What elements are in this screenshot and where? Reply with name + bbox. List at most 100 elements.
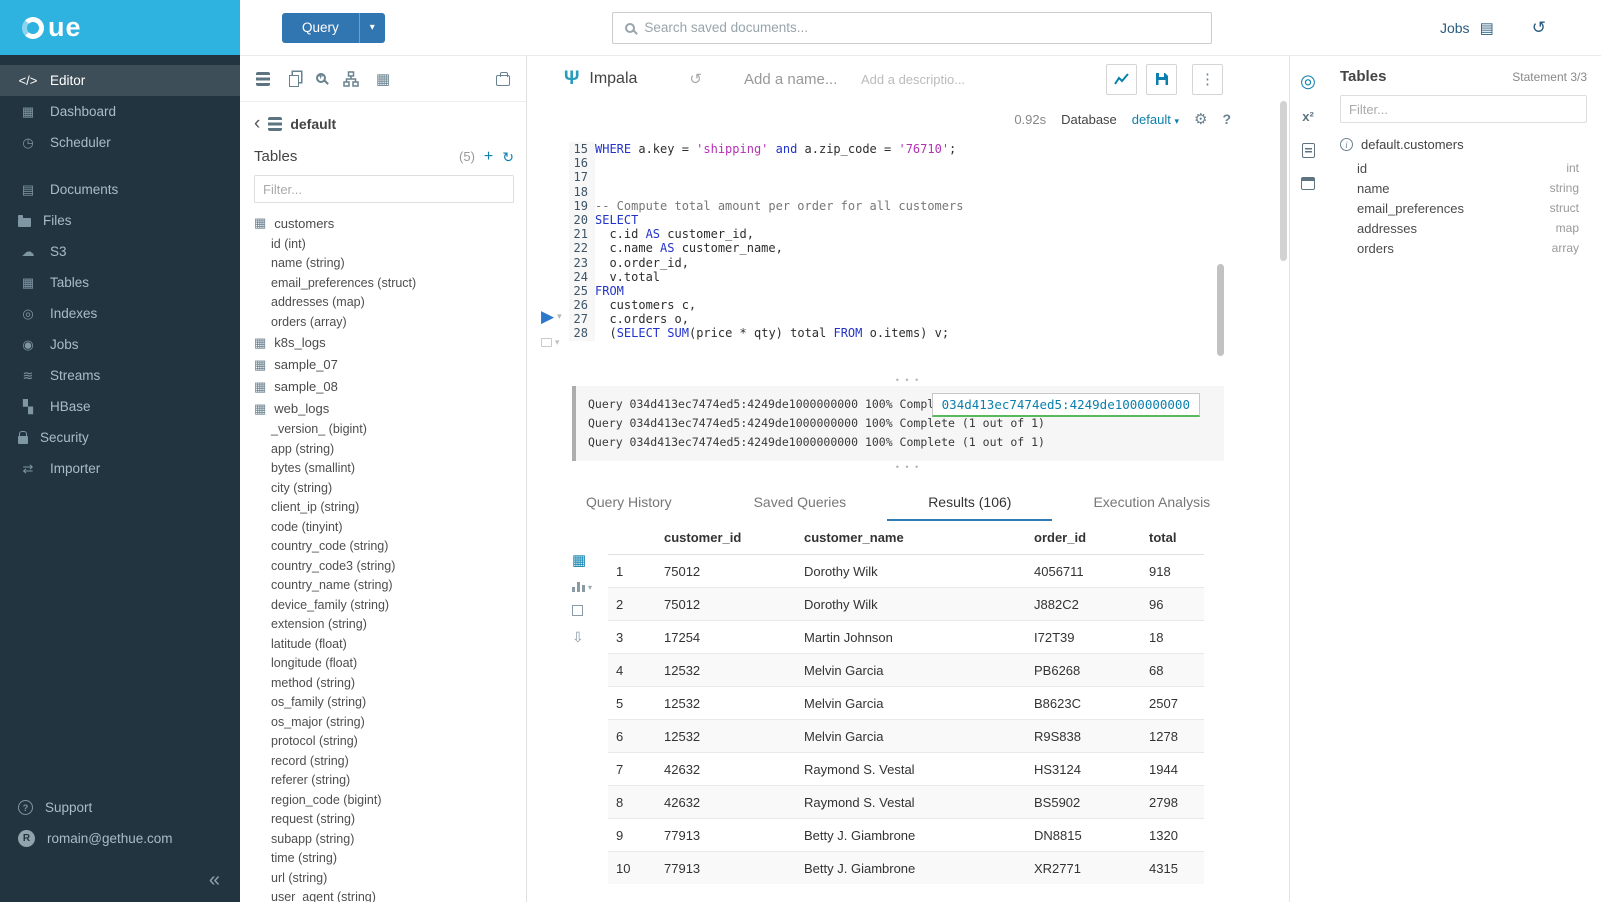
column-item[interactable]: bytes (smallint) — [254, 459, 514, 479]
download-icon[interactable]: ⇩ — [572, 629, 584, 646]
execute-button[interactable]: ▶ ▾ — [541, 308, 562, 325]
tab-results[interactable]: Results (106) — [887, 485, 1052, 521]
briefcase-icon[interactable] — [496, 75, 510, 86]
column-item[interactable]: os_family (string) — [254, 693, 514, 713]
code-line[interactable]: 19-- Compute total amount per order for … — [569, 199, 1289, 213]
tab-saved-queries[interactable]: Saved Queries — [713, 485, 888, 521]
help-icon[interactable]: ? — [1222, 111, 1231, 127]
resize-handle-top[interactable]: • • • — [527, 374, 1289, 386]
jobs-list-icon[interactable]: ▤ — [1480, 19, 1494, 37]
query-name-input[interactable] — [744, 71, 849, 88]
table-row[interactable]: 275012Dorothy WilkJ882C296 — [608, 588, 1204, 621]
column-item[interactable]: country_code (string) — [254, 537, 514, 557]
assistant-icon[interactable]: ◎ — [1300, 72, 1316, 90]
code-line[interactable]: 26 customers c, — [569, 298, 1289, 312]
code-line[interactable]: 20SELECT — [569, 213, 1289, 227]
table-row[interactable]: 412532Melvin GarciaPB626868 — [608, 654, 1204, 687]
undo-icon[interactable]: ↺ — [689, 70, 702, 88]
sidebar-item-documents[interactable]: ▤Documents — [0, 174, 240, 205]
sidebar-item-importer[interactable]: ⇄Importer — [0, 453, 240, 484]
code-line[interactable]: 18 — [569, 185, 1289, 199]
tab-query-history[interactable]: Query History — [545, 485, 713, 521]
table-row[interactable]: 612532Melvin GarciaR9S8381278 — [608, 720, 1204, 753]
sidebar-collapse-button[interactable]: « — [0, 858, 240, 902]
column-item[interactable]: _version_ (bigint) — [254, 420, 514, 440]
chart-button[interactable] — [1106, 64, 1137, 95]
column-item[interactable]: os_major (string) — [254, 712, 514, 732]
sidebar-item-user[interactable]: Rromain@gethue.com — [0, 823, 240, 854]
code-line[interactable]: 25FROM — [569, 284, 1289, 298]
code-line[interactable]: 27 c.orders o, — [569, 312, 1289, 326]
tables-filter-input[interactable] — [254, 175, 514, 203]
sitemap-icon[interactable] — [343, 71, 359, 87]
column-item[interactable]: email_preferences (struct) — [254, 273, 514, 293]
active-table-row[interactable]: i default.customers — [1340, 137, 1587, 152]
sidebar-item-streams[interactable]: ≋Streams — [0, 360, 240, 391]
column-item[interactable]: country_name (string) — [254, 576, 514, 596]
documents-assist-icon[interactable] — [289, 75, 299, 87]
column-item[interactable]: idint — [1340, 158, 1587, 178]
column-item[interactable]: extension (string) — [254, 615, 514, 635]
expand-results-icon[interactable] — [572, 605, 583, 616]
snippet-type-button[interactable]: ▾ — [541, 337, 560, 348]
jobs-link[interactable]: Jobs — [1440, 20, 1470, 36]
sidebar-item-security[interactable]: Security — [0, 422, 240, 453]
column-item[interactable]: code (tinyint) — [254, 517, 514, 537]
code-line[interactable]: 16 — [569, 156, 1289, 170]
column-item[interactable]: referer (string) — [254, 771, 514, 791]
sidebar-item-s3[interactable]: ☁S3 — [0, 236, 240, 267]
more-actions-button[interactable]: ⋮ — [1192, 64, 1223, 95]
chart-view-icon[interactable]: ▾ — [572, 582, 592, 592]
databases-icon[interactable] — [256, 72, 270, 86]
code-line[interactable]: 21 c.id AS customer_id, — [569, 227, 1289, 241]
search-input[interactable] — [644, 20, 1199, 35]
table-row[interactable]: 175012Dorothy Wilk4056711918 — [608, 555, 1204, 588]
tab-execution-analysis[interactable]: Execution Analysis — [1052, 485, 1251, 521]
sidebar-item-files[interactable]: Files — [0, 205, 240, 236]
column-item[interactable]: request (string) — [254, 810, 514, 830]
new-query-button[interactable]: Query ▾ — [282, 13, 385, 43]
table-item[interactable]: ▦web_logs — [254, 398, 514, 420]
column-item[interactable]: subapp (string) — [254, 829, 514, 849]
sidebar-item-support[interactable]: ?Support — [0, 792, 240, 823]
functions-icon[interactable]: x² — [1302, 109, 1314, 124]
column-item[interactable]: ordersarray — [1340, 238, 1587, 258]
table-item[interactable]: ▦customers — [254, 212, 514, 234]
column-item[interactable]: id (int) — [254, 234, 514, 254]
sidebar-item-tables[interactable]: ▦Tables — [0, 267, 240, 298]
column-item[interactable]: record (string) — [254, 751, 514, 771]
resize-handle-bottom[interactable]: • • • — [527, 461, 1289, 473]
settings-gear-icon[interactable]: ⚙ — [1194, 110, 1207, 128]
code-line[interactable]: 17 — [569, 170, 1289, 184]
column-item[interactable]: orders (array) — [254, 312, 514, 332]
table-row[interactable]: 512532Melvin GarciaB8623C2507 — [608, 687, 1204, 720]
save-button[interactable] — [1146, 64, 1177, 95]
table-item[interactable]: ▦sample_08 — [254, 376, 514, 398]
column-item[interactable]: device_family (string) — [254, 595, 514, 615]
table-row[interactable]: 1077913Betty J. GiambroneXR27714315 — [608, 852, 1204, 885]
column-item[interactable]: time (string) — [254, 849, 514, 869]
code-line[interactable]: 28 (SELECT SUM(price * qty) total FROM o… — [569, 326, 1289, 340]
code-line[interactable]: 22 c.name AS customer_name, — [569, 241, 1289, 255]
column-item[interactable]: addresses (map) — [254, 293, 514, 313]
search-box[interactable] — [612, 12, 1212, 44]
column-item[interactable]: city (string) — [254, 478, 514, 498]
code-line[interactable]: 23 o.order_id, — [569, 256, 1289, 270]
column-item[interactable]: client_ip (string) — [254, 498, 514, 518]
refresh-icon[interactable]: ↻ — [502, 150, 514, 164]
database-select[interactable]: default ▾ — [1132, 112, 1179, 127]
code-line[interactable]: 15WHERE a.key = 'shipping' and a.zip_cod… — [569, 142, 1289, 156]
sidebar-item-dashboard[interactable]: ▦Dashboard — [0, 96, 240, 127]
schedule-icon[interactable] — [1301, 177, 1315, 190]
history-icon[interactable]: ↺ — [1532, 18, 1546, 38]
column-item[interactable]: region_code (bigint) — [254, 790, 514, 810]
column-item[interactable]: name (string) — [254, 254, 514, 274]
sidebar-item-jobs[interactable]: ◉Jobs — [0, 329, 240, 360]
column-item[interactable]: url (string) — [254, 868, 514, 888]
table-row[interactable]: 842632Raymond S. VestalBS59022798 — [608, 786, 1204, 819]
query-dropdown-caret[interactable]: ▾ — [359, 13, 385, 43]
apps-grid-icon[interactable]: ▦ — [376, 70, 390, 88]
column-item[interactable]: country_code3 (string) — [254, 556, 514, 576]
column-item[interactable]: longitude (float) — [254, 654, 514, 674]
add-table-icon[interactable]: + — [484, 149, 493, 165]
